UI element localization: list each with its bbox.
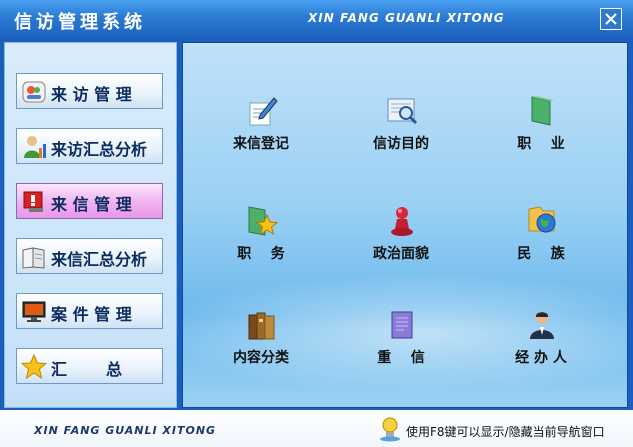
tile-content-category[interactable]: 内容分类 xyxy=(206,309,316,389)
tile-duplicate-letter[interactable]: 重 信 xyxy=(346,309,456,389)
tile-petition-purpose[interactable]: 信访目的 xyxy=(346,95,456,175)
nav-visitor-management[interactable]: 来 访 管 理 xyxy=(16,73,163,109)
nav-label: 来访汇总分析 xyxy=(51,140,148,159)
nav-letter-management[interactable]: 来 信 管 理 xyxy=(16,183,163,219)
globe-folder-icon xyxy=(528,206,556,233)
books-icon xyxy=(248,312,275,340)
status-hint: 使用F8键可以显示/隐藏当前导航窗口 xyxy=(406,425,605,439)
tile-position[interactable]: 职 务 xyxy=(206,205,316,285)
tile-political-status[interactable]: 政治面貌 xyxy=(346,205,456,285)
star-icon xyxy=(21,354,47,380)
book-icon xyxy=(22,247,45,269)
nav-label: 来 信 管 理 xyxy=(51,195,132,214)
nav-letter-summary[interactable]: 来信汇总分析 xyxy=(16,238,163,274)
window-title: 信访管理系统 xyxy=(14,12,146,33)
tile-label: 信访目的 xyxy=(373,136,429,152)
nav-case-management[interactable]: 案 件 管 理 xyxy=(16,293,163,329)
tile-label: 内容分类 xyxy=(233,350,289,366)
close-button[interactable] xyxy=(600,8,622,30)
main-panel: 来信登记 信访目的 职 业 职 务 政治面貌 民 族 内容分类 重 信 经 办 … xyxy=(182,42,628,408)
nav-label: 汇 总 xyxy=(51,360,122,379)
monitor-icon xyxy=(22,301,46,322)
nav-label: 案 件 管 理 xyxy=(51,305,132,324)
close-icon xyxy=(605,13,617,25)
status-bar: XIN FANG GUANLI XITONG 使用F8键可以显示/隐藏当前导航窗… xyxy=(0,410,633,447)
nav-label: 来信汇总分析 xyxy=(51,250,148,269)
tile-handler[interactable]: 经 办 人 xyxy=(486,309,596,389)
magnifier-icon xyxy=(387,98,418,125)
tile-label: 重 信 xyxy=(377,350,425,366)
lightbulb-icon xyxy=(380,417,400,442)
tile-label: 职 务 xyxy=(237,246,285,262)
tile-label: 政治面貌 xyxy=(373,246,429,262)
visitors-icon xyxy=(22,81,46,103)
tile-label: 经 办 人 xyxy=(515,350,567,366)
folder-icon xyxy=(531,96,554,126)
window-subtitle: XIN FANG GUANLI XITONG xyxy=(308,11,505,25)
nav-label: 来 访 管 理 xyxy=(51,85,132,104)
tile-label: 民 族 xyxy=(517,246,565,262)
pawn-icon xyxy=(391,207,413,236)
tile-label: 来信登记 xyxy=(233,136,289,152)
title-bar: 信访管理系统 XIN FANG GUANLI XITONG xyxy=(0,0,633,38)
pencil-paper-icon xyxy=(249,97,278,126)
nav-summary[interactable]: 汇 总 xyxy=(16,348,163,384)
document-icon xyxy=(391,311,413,339)
sidebar: 来 访 管 理 来访汇总分析 来 信 管 理 来信汇总分析 案 件 管 理 汇 … xyxy=(4,42,177,408)
alert-icon xyxy=(23,191,43,212)
status-brand: XIN FANG GUANLI XITONG xyxy=(34,424,217,437)
nav-visitor-summary[interactable]: 来访汇总分析 xyxy=(16,128,163,164)
tile-occupation[interactable]: 职 业 xyxy=(486,95,596,175)
person-icon xyxy=(530,312,554,339)
user-stats-icon xyxy=(24,136,46,158)
tile-label: 职 业 xyxy=(517,136,565,152)
tile-ethnicity[interactable]: 民 族 xyxy=(486,205,596,285)
tile-letter-registration[interactable]: 来信登记 xyxy=(206,95,316,175)
star-folder-icon xyxy=(248,206,278,236)
